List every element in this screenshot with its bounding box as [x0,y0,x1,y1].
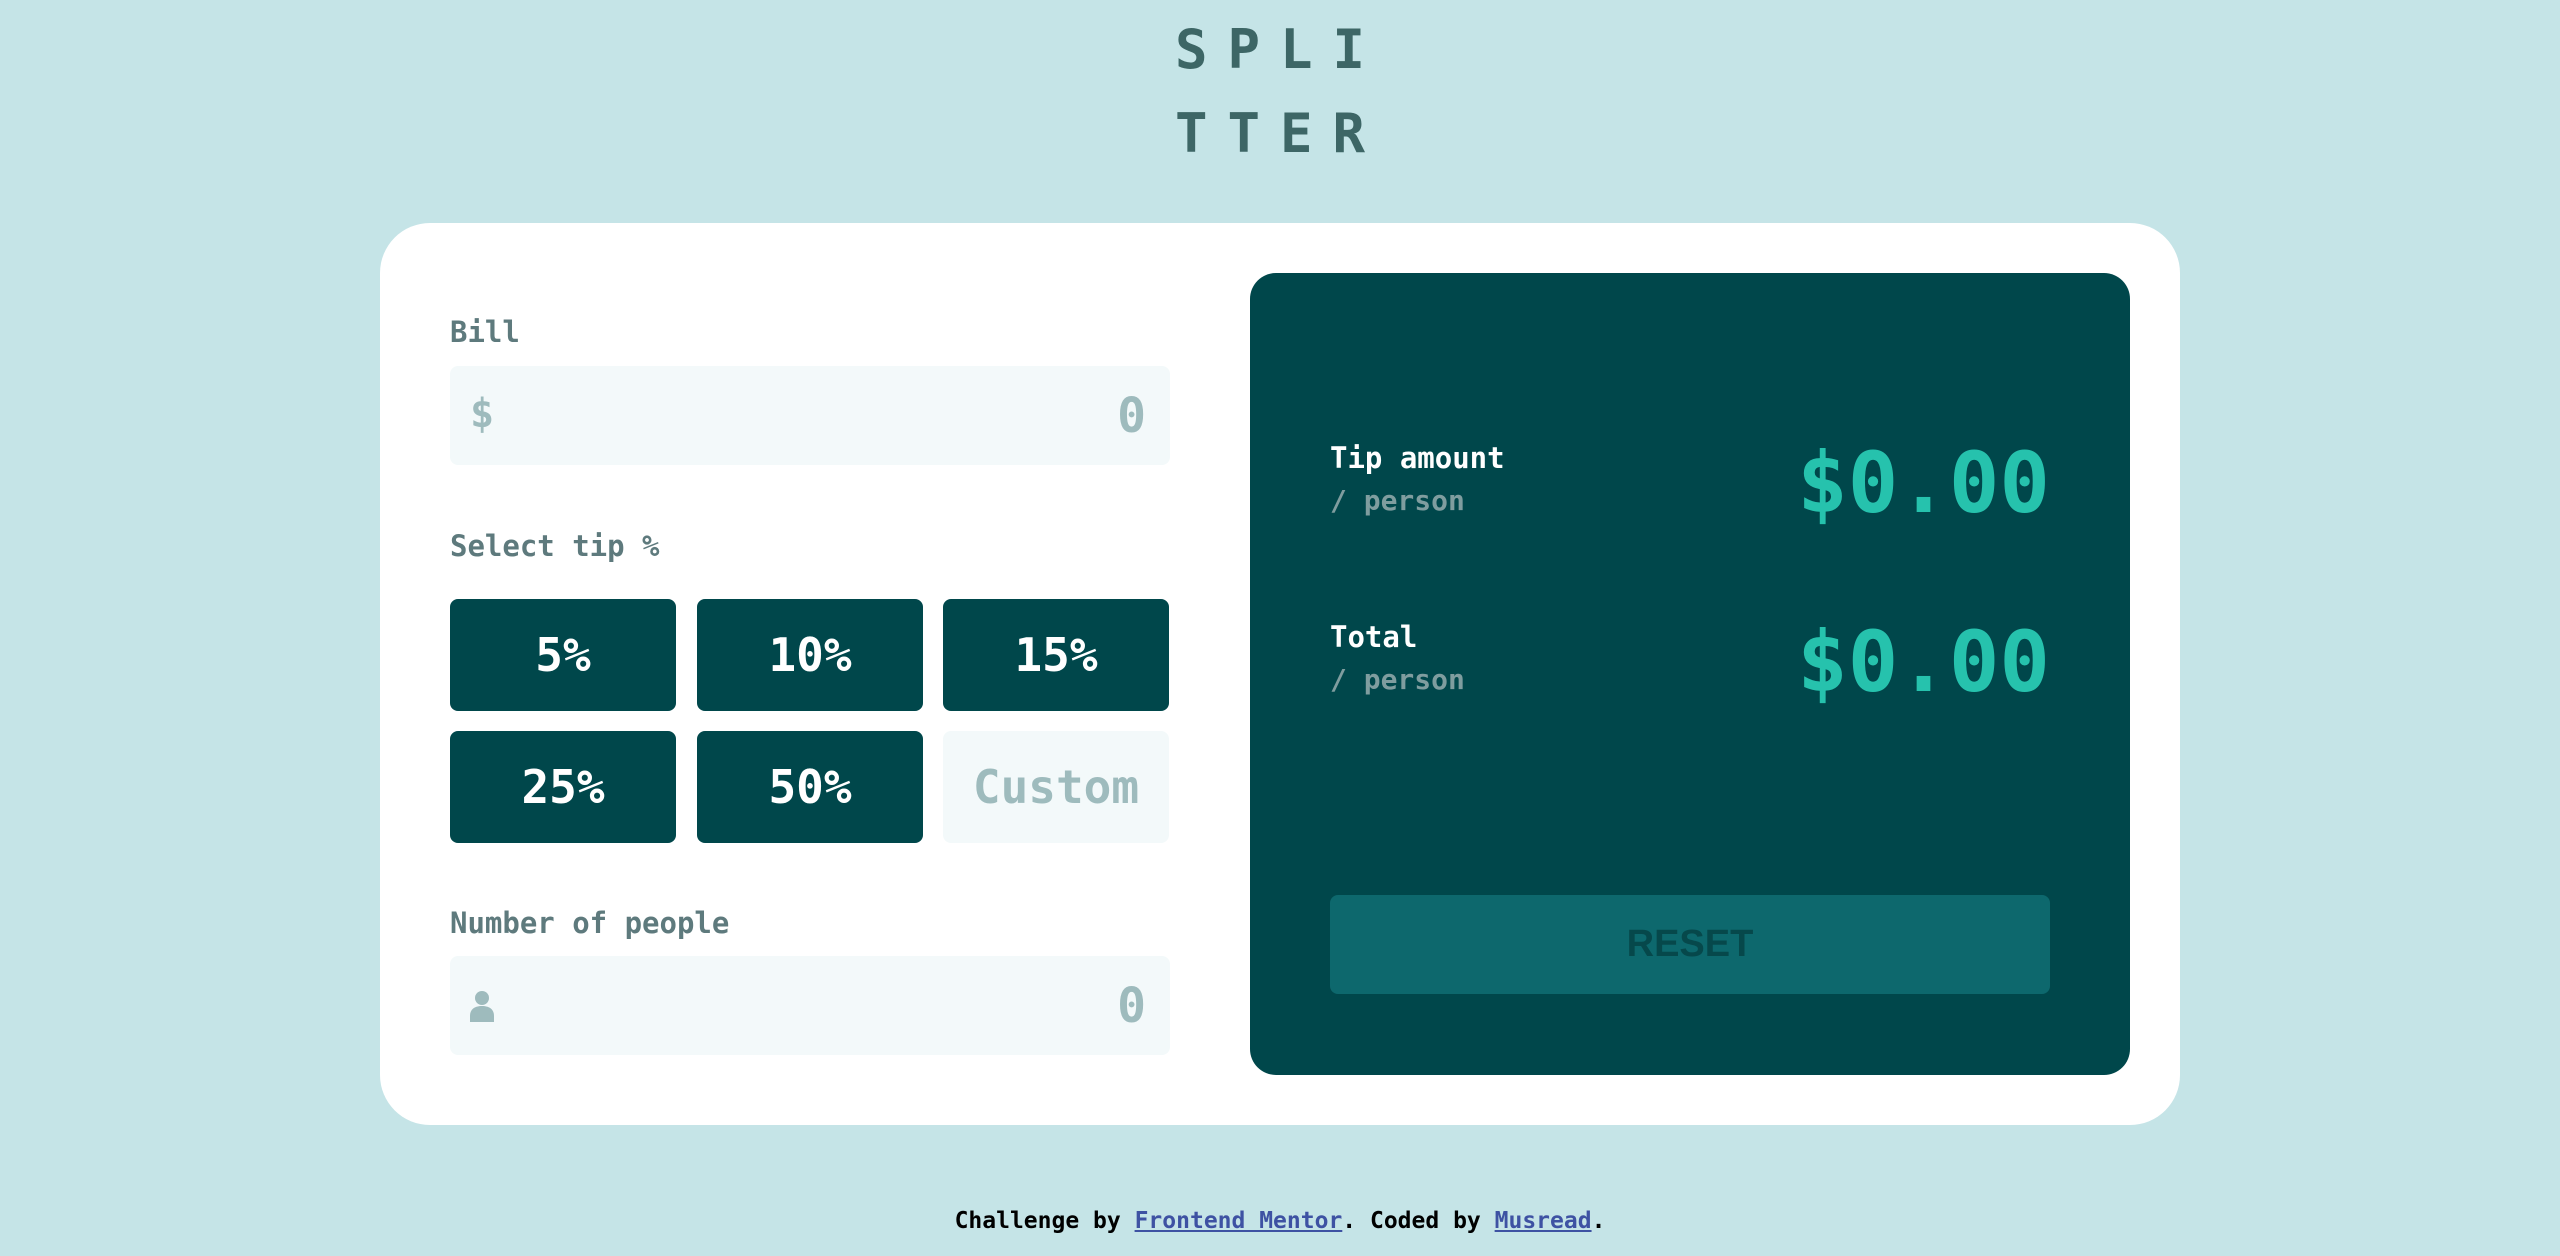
footer-prefix: Challenge by [954,1208,1135,1234]
tip-button-10[interactable]: 10% [697,599,923,711]
total-title: Total [1330,620,1418,654]
logo-line-1: SPLI [1175,18,1386,81]
total-value: $0.00 [1797,613,2050,711]
tip-button-15[interactable]: 15% [943,599,1169,711]
bill-value: 0 [1117,388,1146,444]
tip-button-25[interactable]: 25% [450,731,676,843]
author-link[interactable]: Musread [1495,1208,1592,1234]
people-label: Number of people [450,906,730,940]
total-subtitle: / person [1330,663,1465,696]
custom-tip-input[interactable]: Custom [943,731,1169,843]
footer-middle: . Coded by [1342,1208,1495,1234]
logo-line-2: TTER [1175,102,1386,165]
footer-suffix: . [1591,1208,1606,1234]
results-panel: Tip amount / person $0.00 Total / person… [1250,273,2130,1075]
tip-label: Select tip % [450,529,660,563]
calculator-card: Bill $ 0 Select tip % 5% 10% 15% 25% 50%… [380,223,2180,1125]
people-input[interactable]: 0 [450,956,1170,1055]
tip-amount-value: $0.00 [1797,434,2050,532]
bill-input[interactable]: $ 0 [450,366,1170,465]
dollar-icon: $ [470,391,495,437]
tip-button-5[interactable]: 5% [450,599,676,711]
frontend-mentor-link[interactable]: Frontend Mentor [1135,1208,1343,1234]
tip-button-50[interactable]: 50% [697,731,923,843]
person-icon [470,991,494,1022]
app-logo: SPLI TTER [1175,8,1415,176]
attribution-footer: Challenge by Frontend Mentor. Coded by M… [0,1208,2560,1234]
tip-amount-subtitle: / person [1330,484,1465,517]
tip-amount-title: Tip amount [1330,441,1505,475]
people-value: 0 [1117,978,1146,1034]
bill-label: Bill [450,315,520,349]
reset-button[interactable]: RESET [1330,895,2050,994]
